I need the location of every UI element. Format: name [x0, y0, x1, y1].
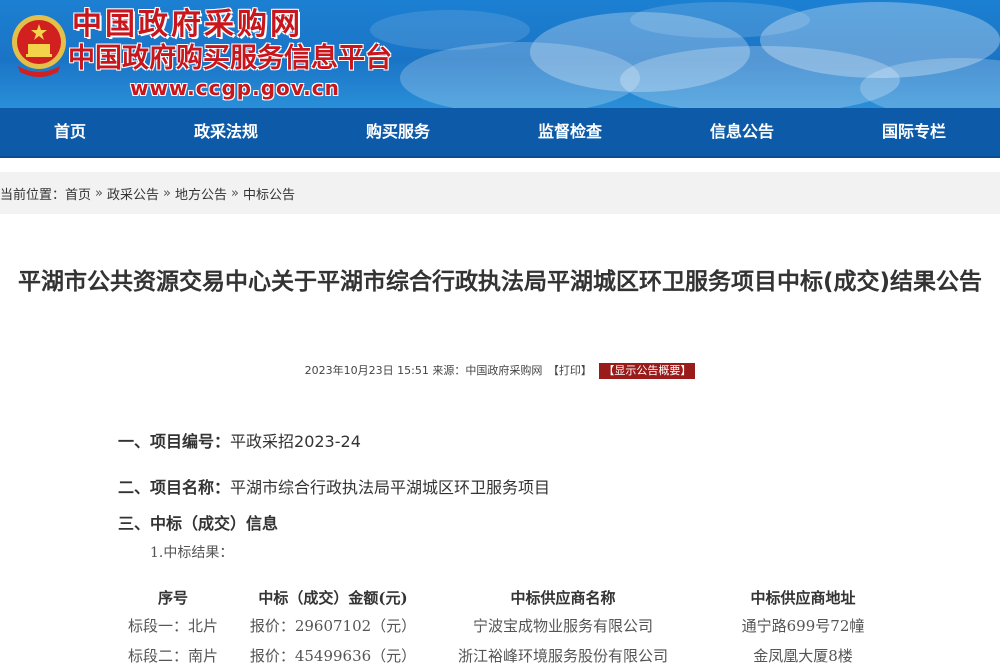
column-header: 序号	[157, 588, 188, 607]
site-banner: 中国政府采购网 中国政府购买服务信息平台 www.ccgp.gov.cn	[0, 0, 1000, 108]
main-nav: 首页 政采法规 购买服务 监督检查 信息公告 国际专栏	[0, 108, 1000, 158]
table-cell: 宁波宝成物业服务有限公司	[472, 616, 653, 635]
breadcrumb-separator: »	[95, 185, 103, 201]
project-number-row: 一、项目编号：平政采招2023-24	[118, 428, 361, 452]
section-value: 平湖市综合行政执法局平湖城区环卫服务项目	[230, 478, 551, 497]
site-subtitle: 中国政府购买服务信息平台	[68, 43, 392, 74]
column-header: 中标供应商地址	[750, 588, 856, 607]
publish-datetime: 2023年10月23日 15:51	[304, 364, 429, 377]
table-cell: 通宁路699号72幢	[741, 616, 865, 635]
show-overview-button[interactable]: 【显示公告概要】	[599, 363, 696, 379]
project-name-row: 二、项目名称：平湖市综合行政执法局平湖城区环卫服务项目	[118, 474, 550, 498]
table-cell: 标段二：南片	[127, 646, 218, 665]
nav-item-announcements[interactable]: 信息公告	[656, 108, 828, 156]
nav-item-supervision[interactable]: 监督检查	[484, 108, 656, 156]
breadcrumb-prefix: 当前位置：	[0, 187, 66, 203]
award-result-table: 序号 中标（成交）金额(元) 中标供应商名称 中标供应商地址 标段一：北片 报价…	[118, 584, 918, 670]
site-title: 中国政府采购网	[72, 7, 303, 42]
section-value: 平政采招2023-24	[230, 432, 361, 451]
nav-item-regulations[interactable]: 政采法规	[140, 108, 312, 156]
section-label: 二、项目名称：	[118, 478, 231, 497]
site-url: www.ccgp.gov.cn	[130, 76, 340, 100]
breadcrumb-separator: »	[231, 185, 239, 201]
table-cell: 报价：29607102（元）	[249, 616, 417, 635]
breadcrumb-link-local-notices[interactable]: 地方公告	[175, 184, 227, 203]
breadcrumb-link-award-notices[interactable]: 中标公告	[243, 184, 295, 203]
table-cell: 报价：45499636（元）	[249, 646, 417, 665]
table-row: 标段二：南片 报价：45499636（元） 浙江裕峰环境服务股份有限公司 金凤凰…	[118, 640, 918, 670]
table-cell: 标段一：北片	[127, 616, 218, 635]
table-cell: 金凤凰大厦8楼	[753, 646, 853, 665]
breadcrumb-separator: »	[163, 185, 171, 201]
article-source: 来源：中国政府采购网	[432, 364, 543, 377]
table-header-row: 序号 中标（成交）金额(元) 中标供应商名称 中标供应商地址	[118, 584, 918, 610]
breadcrumb: 当前位置： 首页 » 政采公告 » 地方公告 » 中标公告	[0, 172, 1000, 214]
breadcrumb-link-procurement-notices[interactable]: 政采公告	[107, 184, 159, 203]
column-header: 中标供应商名称	[510, 588, 616, 607]
nav-item-international[interactable]: 国际专栏	[828, 108, 1000, 156]
breadcrumb-link-home[interactable]: 首页	[65, 184, 91, 203]
article-meta: 2023年10月23日 15:51 来源：中国政府采购网 【打印】 【显示公告概…	[0, 362, 1000, 379]
nav-item-home[interactable]: 首页	[0, 108, 140, 156]
table-row: 标段一：北片 报价：29607102（元） 宁波宝成物业服务有限公司 通宁路69…	[118, 610, 918, 640]
print-link[interactable]: 【打印】	[548, 364, 592, 377]
award-info-heading: 三、中标（成交）信息	[118, 510, 278, 534]
national-emblem-icon	[12, 15, 66, 77]
section-label: 三、中标（成交）信息	[118, 514, 279, 533]
nav-item-purchase-services[interactable]: 购买服务	[312, 108, 484, 156]
award-result-label: 1.中标结果：	[150, 545, 234, 561]
article-title: 平湖市公共资源交易中心关于平湖市综合行政执法局平湖城区环卫服务项目中标(成交)结…	[17, 269, 983, 295]
section-label: 一、项目编号：	[118, 432, 231, 451]
table-cell: 浙江裕峰环境服务股份有限公司	[457, 646, 668, 665]
column-header: 中标（成交）金额(元)	[258, 588, 408, 607]
